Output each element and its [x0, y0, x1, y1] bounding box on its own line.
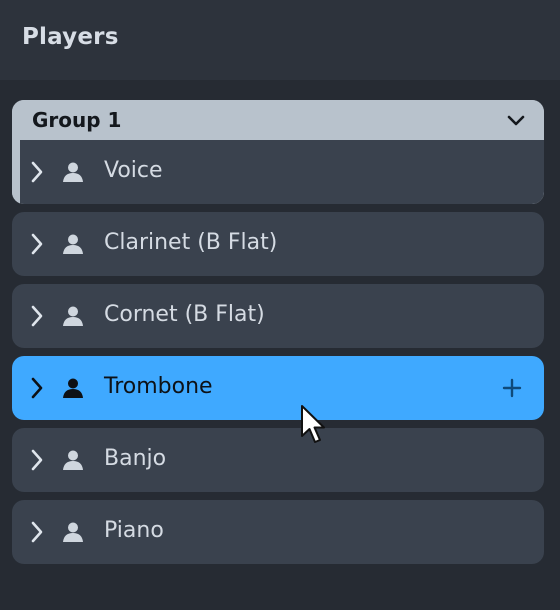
player-name: Banjo — [104, 446, 167, 471]
player-row-trombone[interactable]: Trombone — [12, 356, 544, 420]
panel-title: Players — [22, 24, 119, 50]
player-name: Clarinet (B Flat) — [104, 230, 278, 255]
player-group: Group 1 Voice — [12, 100, 544, 204]
player-row-voice[interactable]: Voice — [20, 140, 544, 204]
plus-icon[interactable] — [500, 376, 524, 400]
players-panel: Players Group 1 Voice Clarinet (B Flat) … — [0, 0, 560, 610]
person-icon — [63, 378, 83, 398]
person-icon — [63, 450, 83, 470]
player-name: Cornet (B Flat) — [104, 302, 265, 327]
chevron-right-icon[interactable] — [30, 304, 44, 328]
chevron-right-icon[interactable] — [30, 376, 44, 400]
person-icon — [63, 234, 83, 254]
player-name: Piano — [104, 518, 164, 543]
person-icon — [63, 522, 83, 542]
chevron-right-icon[interactable] — [30, 448, 44, 472]
group-title: Group 1 — [32, 108, 122, 132]
person-icon — [63, 162, 83, 182]
player-row-banjo[interactable]: Banjo — [12, 428, 544, 492]
chevron-right-icon[interactable] — [30, 232, 44, 256]
chevron-down-icon[interactable] — [506, 110, 526, 130]
chevron-right-icon[interactable] — [30, 520, 44, 544]
player-name: Voice — [104, 158, 163, 183]
group-indicator-bar — [12, 140, 20, 204]
mouse-pointer-icon — [301, 405, 325, 443]
player-row-piano[interactable]: Piano — [12, 500, 544, 564]
player-row-clarinet[interactable]: Clarinet (B Flat) — [12, 212, 544, 276]
player-name: Trombone — [104, 374, 213, 399]
person-icon — [63, 306, 83, 326]
player-row-cornet[interactable]: Cornet (B Flat) — [12, 284, 544, 348]
panel-header: Players — [0, 0, 560, 80]
group-header[interactable]: Group 1 — [12, 100, 544, 140]
chevron-right-icon[interactable] — [30, 160, 44, 184]
